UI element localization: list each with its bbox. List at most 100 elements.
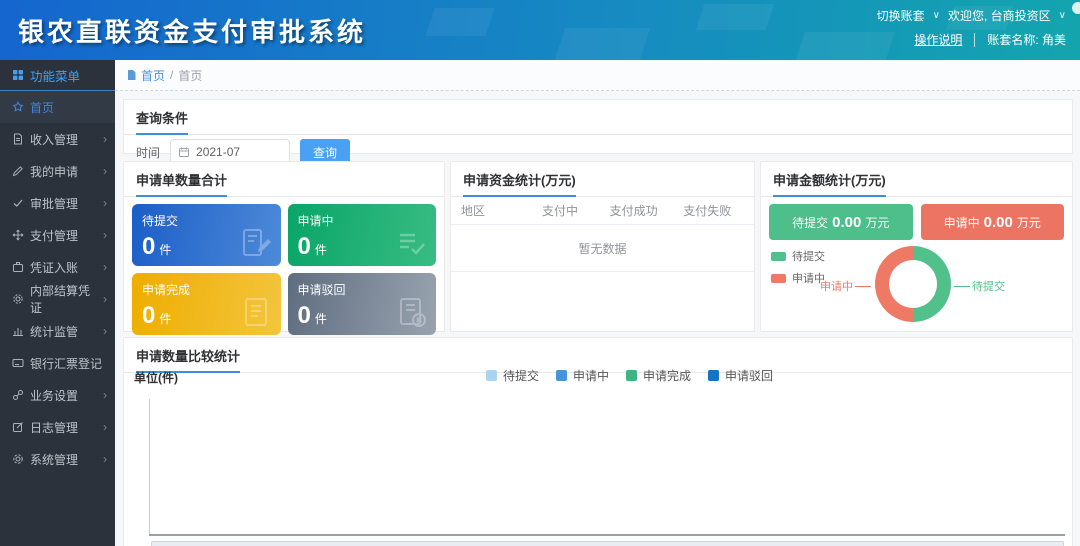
chevron-down-icon[interactable]: ∨ — [933, 10, 940, 21]
application-count-panel: 申请单数量合计 待提交 0件 申请中 0件 申请完成 0件 申请驳回 0件 — [123, 161, 445, 332]
divider — [974, 33, 975, 47]
legend-swatch — [708, 370, 719, 381]
sidebar-item-statistics[interactable]: 统计监管 › — [0, 315, 115, 347]
sidebar-item-internal-settlement[interactable]: 内部结算凭证 › — [0, 283, 115, 315]
sidebar-item-system-management[interactable]: 系统管理 › — [0, 443, 115, 475]
stat-value: 0 — [142, 302, 155, 330]
stat-value: 0 — [298, 302, 311, 330]
datazoom-slider[interactable] — [151, 541, 1064, 546]
sidebar-item-label: 统计监管 — [30, 323, 78, 340]
legend-item-completed[interactable]: 申请完成 — [626, 367, 691, 384]
column-pay-failed: 支付失败 — [670, 202, 744, 219]
panel-title: 申请单数量合计 — [124, 162, 444, 197]
sidebar-item-income[interactable]: 收入管理 › — [0, 123, 115, 155]
document-lines-icon — [239, 295, 273, 329]
sidebar-item-voucher-entry[interactable]: 凭证入账 › — [0, 251, 115, 283]
pen-icon — [12, 165, 24, 177]
chevron-right-icon: › — [103, 420, 107, 434]
star-icon — [12, 101, 24, 113]
menu-header-label: 功能菜单 — [30, 66, 80, 85]
funds-statistics-panel: 申请资金统计(万元) 地区 支付中 支付成功 支付失败 暂无数据 — [450, 161, 755, 332]
sidebar-menu-header: 功能菜单 — [0, 60, 115, 91]
sidebar-item-label: 银行汇票登记 — [30, 355, 102, 372]
donut-hole — [889, 260, 937, 308]
sidebar-item-bank-draft[interactable]: 银行汇票登记 — [0, 347, 115, 379]
bar-chart-icon — [12, 325, 24, 337]
column-paying: 支付中 — [523, 202, 597, 219]
sidebar-item-label: 首页 — [30, 99, 54, 116]
sidebar-item-label: 凭证入账 — [30, 259, 78, 276]
sidebar-item-label: 系统管理 — [30, 451, 78, 468]
chevron-right-icon: › — [103, 132, 107, 146]
sidebar-item-label: 业务设置 — [30, 387, 78, 404]
calendar-icon — [178, 146, 190, 158]
document-reject-icon — [394, 295, 428, 329]
menu-grid-icon — [12, 69, 24, 81]
chevron-down-icon[interactable]: ∨ — [1059, 10, 1066, 21]
switch-account-dropdown[interactable]: 切换账套 — [877, 7, 925, 24]
edit-icon — [12, 421, 24, 433]
legend-item-rejected[interactable]: 申请驳回 — [708, 367, 773, 384]
amount-value: 0.00 — [984, 214, 1013, 231]
sidebar-item-log-management[interactable]: 日志管理 › — [0, 411, 115, 443]
empty-data-text: 暂无数据 — [451, 225, 754, 272]
check-icon — [12, 197, 24, 209]
breadcrumb-separator: / — [170, 68, 173, 82]
app-header: 银农直联资金支付审批系统 切换账套 ∨ 欢迎您, 台商投资区 ∨ 操作说明 账套… — [0, 0, 1080, 60]
stat-value: 0 — [298, 233, 311, 261]
legend-item-pending-submit[interactable]: 待提交 — [486, 367, 539, 384]
stat-card-rejected: 申请驳回 0件 — [288, 273, 437, 335]
panel-title: 申请金额统计(万元) — [761, 162, 1072, 197]
amount-chip-applying: 申请中 0.00 万元 — [921, 204, 1065, 240]
sidebar-item-label: 收入管理 — [30, 131, 78, 148]
time-label: 时间 — [136, 144, 160, 161]
decor-shape — [696, 4, 774, 30]
sidebar-item-label: 日志管理 — [30, 419, 78, 436]
sidebar-item-business-settings[interactable]: 业务设置 › — [0, 379, 115, 411]
sidebar-item-approval[interactable]: 审批管理 › — [0, 187, 115, 219]
legend-swatch — [771, 252, 786, 261]
legend-item-in-progress[interactable]: 申请中 — [556, 367, 609, 384]
card-icon — [12, 357, 24, 369]
chevron-right-icon: › — [103, 164, 107, 178]
app-title: 银农直联资金支付审批系统 — [18, 12, 366, 49]
amount-statistics-panel: 申请金额统计(万元) 待提交 0.00 万元 申请中 0.00 万元 待提交 申… — [760, 161, 1073, 332]
stat-card-in-progress: 申请中 0件 — [288, 204, 437, 266]
breadcrumb-home[interactable]: 首页 — [126, 67, 165, 84]
sidebar-item-payment[interactable]: 支付管理 › — [0, 219, 115, 251]
legend-swatch — [626, 370, 637, 381]
comparison-legend: 待提交 申请中 申请完成 申请驳回 — [486, 367, 773, 384]
sidebar-item-home[interactable]: 首页 — [0, 91, 115, 123]
donut-legend: 待提交 申请中 — [771, 248, 825, 286]
y-axis-unit-label: 单位(件) — [134, 369, 178, 386]
avatar[interactable] — [1072, 2, 1080, 14]
panel-title: 查询条件 — [124, 100, 1072, 135]
table-header-row: 地区 支付中 支付成功 支付失败 — [451, 197, 754, 225]
y-axis-line — [149, 399, 150, 534]
account-name-label: 账套名称: 角美 — [987, 31, 1066, 48]
list-check-icon — [394, 226, 428, 260]
donut-label-pending: 待提交 — [954, 278, 1005, 294]
chevron-right-icon: › — [103, 292, 107, 306]
month-picker-value: 2021-07 — [196, 145, 240, 159]
breadcrumb: 首页 / 首页 — [115, 60, 1080, 91]
operation-manual-link[interactable]: 操作说明 — [914, 31, 962, 48]
briefcase-icon — [12, 261, 24, 273]
legend-item-applying[interactable]: 申请中 — [771, 270, 825, 286]
stat-card-pending-submit: 待提交 0件 — [132, 204, 281, 266]
column-pay-success: 支付成功 — [597, 202, 671, 219]
document-edit-icon — [239, 226, 273, 260]
legend-swatch — [556, 370, 567, 381]
donut-chart — [875, 246, 951, 322]
comparison-chart-panel: 申请数量比较统计 单位(件) 待提交 申请中 申请完成 申请驳回 — [123, 337, 1073, 546]
chevron-right-icon: › — [103, 324, 107, 338]
chevron-right-icon: › — [103, 260, 107, 274]
chevron-right-icon: › — [103, 388, 107, 402]
welcome-user-dropdown[interactable]: 欢迎您, 台商投资区 — [948, 7, 1051, 24]
legend-item-pending[interactable]: 待提交 — [771, 248, 825, 264]
donut-chart-area: 待提交 申请中 申请中 待提交 — [761, 240, 1072, 340]
sidebar-item-label: 支付管理 — [30, 227, 78, 244]
chevron-right-icon: › — [103, 228, 107, 242]
sidebar-item-my-applications[interactable]: 我的申请 › — [0, 155, 115, 187]
stat-value: 0 — [142, 233, 155, 261]
